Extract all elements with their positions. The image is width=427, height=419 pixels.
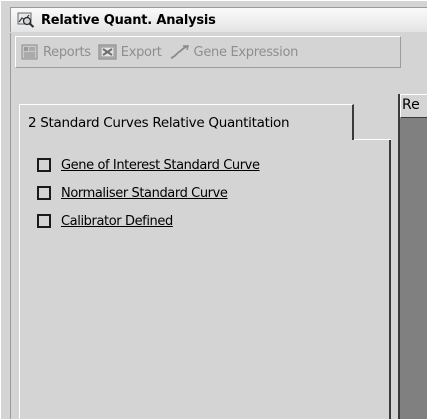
gene-expression-label: Gene Expression	[193, 44, 299, 60]
toolbar-button-group: Reports Export Gene Expression	[15, 36, 401, 68]
gene-expression-button[interactable]: Gene Expression	[169, 37, 299, 67]
gene-of-interest-label[interactable]: Gene of Interest Standard Curve	[61, 158, 260, 173]
normaliser-label[interactable]: Normaliser Standard Curve	[61, 186, 228, 201]
gene-expression-icon	[170, 45, 189, 59]
toolbar: Reports Export Gene Expression	[10, 33, 427, 73]
tab-strip-line	[354, 139, 391, 140]
title-bar: Relative Quant. Analysis	[10, 7, 427, 32]
calibrator-defined-label[interactable]: Calibrator Defined	[61, 214, 173, 229]
normaliser-checkbox[interactable]	[37, 186, 51, 200]
tab-page	[19, 139, 391, 419]
option-calibrator-defined[interactable]: Calibrator Defined	[37, 211, 173, 231]
gene-of-interest-checkbox[interactable]	[37, 158, 51, 172]
reports-icon	[21, 44, 38, 60]
reports-button[interactable]: Reports	[20, 37, 91, 67]
tab-2-standard-curves[interactable]: 2 Standard Curves Relative Quantitation	[19, 104, 354, 140]
option-normaliser[interactable]: Normaliser Standard Curve	[37, 183, 228, 203]
results-panel	[400, 94, 427, 419]
option-gene-of-interest[interactable]: Gene of Interest Standard Curve	[37, 155, 260, 175]
window-title: Relative Quant. Analysis	[41, 12, 216, 28]
export-icon	[98, 44, 117, 60]
export-label: Export	[120, 44, 162, 60]
tab-label: 2 Standard Curves Relative Quantitation	[28, 114, 290, 131]
calibrator-defined-checkbox[interactable]	[37, 214, 51, 228]
magnifier-chart-icon	[17, 12, 35, 28]
reports-label: Reports	[43, 44, 91, 60]
export-button[interactable]: Export	[98, 37, 162, 67]
results-panel-header[interactable]: Re	[400, 94, 427, 118]
results-panel-border	[398, 94, 400, 419]
